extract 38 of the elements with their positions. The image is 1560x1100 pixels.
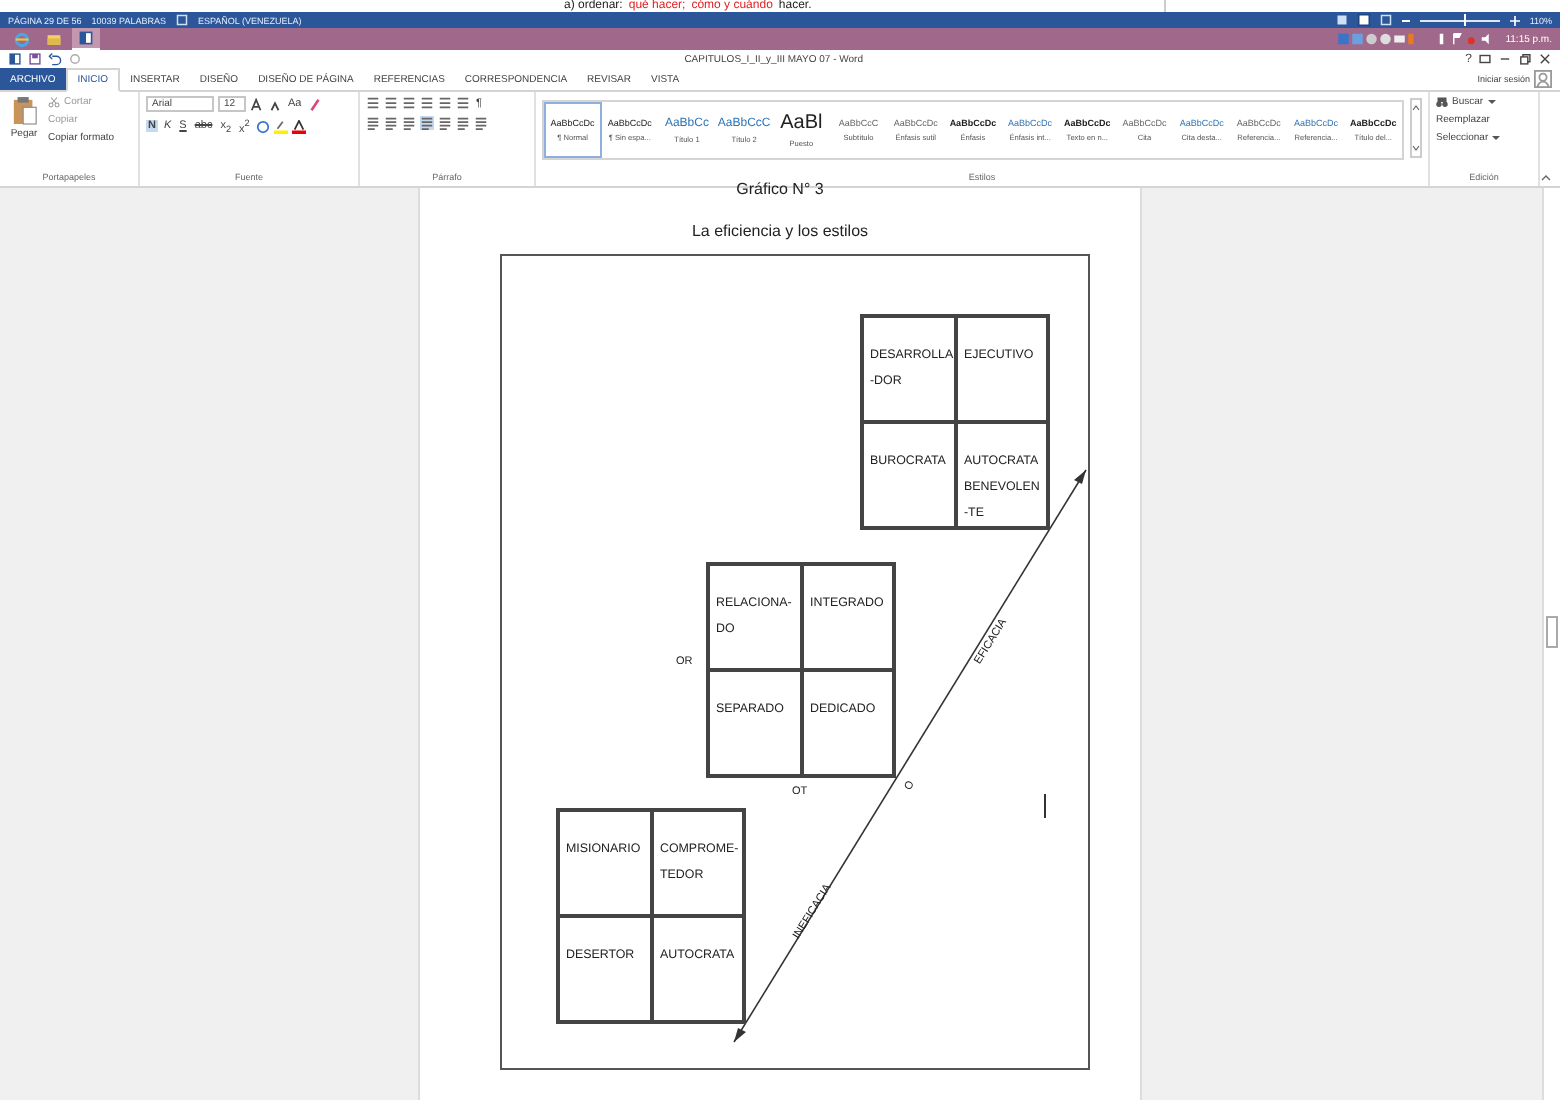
minimize-icon[interactable] — [1498, 52, 1513, 66]
text-cursor — [1044, 794, 1046, 818]
notification-icons[interactable] — [1437, 32, 1494, 46]
align-center-icon[interactable] — [384, 116, 398, 130]
clipboard-icon — [11, 96, 37, 126]
collapse-ribbon-icon[interactable] — [1540, 174, 1552, 182]
vertical-scrollbar[interactable] — [1542, 188, 1560, 1100]
shrink-font-icon[interactable] — [268, 97, 282, 111]
dropdown-caret-icon[interactable] — [1492, 134, 1501, 142]
ribbon-display-icon[interactable] — [1478, 52, 1493, 66]
gallery-scroll-icon[interactable] — [1409, 98, 1422, 158]
print-layout-icon[interactable] — [1357, 14, 1370, 26]
word-icon — [78, 30, 94, 46]
save-icon[interactable] — [28, 52, 42, 66]
undo-icon[interactable] — [48, 52, 62, 66]
restore-icon[interactable] — [1518, 52, 1533, 66]
binoculars-icon[interactable] — [1436, 96, 1448, 108]
align-right-icon[interactable] — [402, 116, 416, 130]
clear-format-icon[interactable] — [307, 97, 322, 111]
highlighter-icon[interactable] — [273, 119, 288, 134]
close-icon[interactable] — [1538, 52, 1553, 66]
dropdown-caret-icon[interactable] — [1487, 98, 1496, 106]
font-color-icon[interactable] — [291, 119, 306, 134]
word-icon[interactable] — [8, 52, 22, 66]
align-left-icon[interactable] — [366, 116, 380, 130]
figure-caption: Gráfico N° 3 — [736, 182, 824, 198]
justify-icon[interactable] — [420, 116, 434, 130]
browser-icon — [14, 31, 30, 47]
read-mode-icon[interactable] — [1335, 14, 1348, 26]
word-taskbar-button[interactable] — [72, 28, 100, 50]
folder-icon — [46, 31, 62, 47]
proofing-icon[interactable] — [175, 14, 188, 26]
scissors-icon[interactable] — [48, 96, 60, 108]
web-layout-icon[interactable] — [1379, 14, 1392, 26]
grow-font-icon[interactable] — [250, 97, 264, 111]
style-preview: AaBl — [780, 112, 823, 134]
zoom-in-icon[interactable] — [1509, 15, 1520, 25]
figure-title: La eficiencia y los estilos — [691, 222, 869, 240]
